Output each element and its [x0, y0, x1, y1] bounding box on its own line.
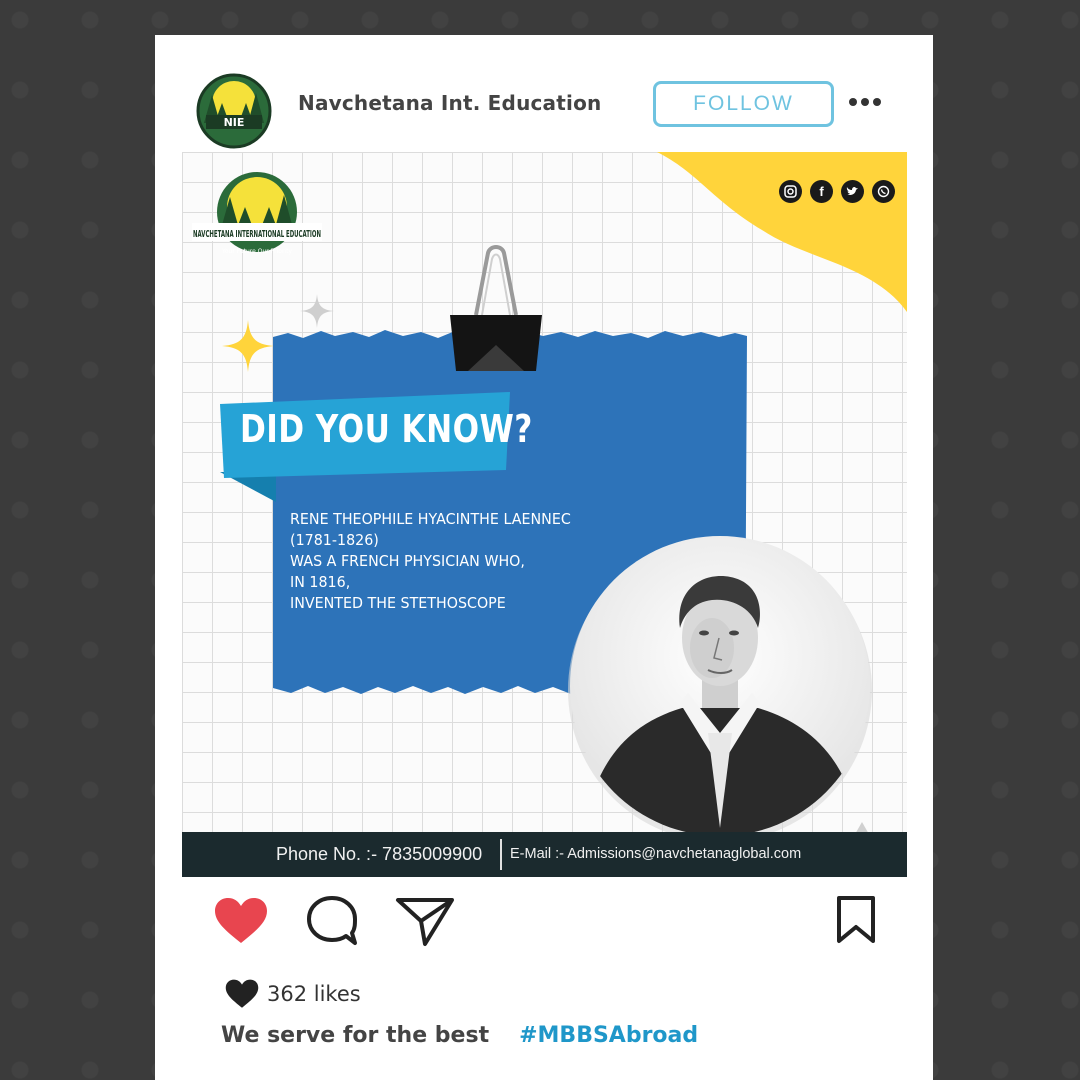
headline-text: DID YOU KNOW?	[240, 407, 533, 451]
like-heart-icon[interactable]	[214, 897, 268, 945]
email-address[interactable]: E-Mail :- Admissions@navchetanaglobal.co…	[510, 846, 801, 862]
facebook-icon[interactable]: f	[810, 180, 833, 203]
fact-line: IN 1816,	[290, 573, 351, 591]
likes-text: 362 likes	[267, 982, 361, 1006]
follow-button[interactable]: FOLLOW	[653, 81, 834, 127]
fact-line: RENE THEOPHILE HYACINTHE LAENNEC	[290, 510, 571, 528]
phone-number[interactable]: Phone No. :- 7835009900	[276, 844, 482, 865]
share-icon[interactable]	[395, 895, 455, 947]
brand-logo: NAVCHETANA INTERNATIONAL EDUCATION Your …	[192, 172, 322, 255]
yellow-corner-shape	[657, 152, 907, 312]
avatar-text: NIE	[224, 116, 245, 129]
fact-text: RENE THEOPHILE HYACINTHE LAENNEC (1781-1…	[290, 509, 603, 614]
instagram-icon[interactable]	[779, 180, 802, 203]
account-name[interactable]: Navchetana Int. Education	[298, 91, 601, 115]
fact-line: INVENTED THE STETHOSCOPE	[290, 594, 506, 612]
fact-line: (1781-1826)	[290, 531, 379, 549]
whatsapp-icon[interactable]	[872, 180, 895, 203]
caption-text: We serve for the best	[221, 1023, 490, 1048]
twitter-icon[interactable]	[841, 180, 864, 203]
fact-line: WAS A FRENCH PHYSICIAN WHO,	[290, 552, 525, 570]
sparkle-yellow-icon	[222, 320, 274, 372]
contact-bar: Phone No. :- 7835009900 E-Mail :- Admiss…	[182, 832, 907, 877]
sparkle-grey-icon	[300, 294, 334, 328]
account-avatar[interactable]: NIE	[192, 73, 276, 149]
likes-heart-icon	[225, 979, 259, 1008]
caption: We serve for the best #MBBSAbroad	[221, 1023, 698, 1048]
brand-tagline: Your Future Our Priority	[221, 248, 292, 255]
contact-divider	[500, 839, 502, 870]
likes-count[interactable]: 362 likes	[225, 979, 361, 1009]
post-image: f NAVCHETANA INTERNATIONAL EDUCATION You…	[182, 152, 907, 877]
portrait-image	[568, 536, 872, 842]
hashtag-link[interactable]: #MBBSAbroad	[519, 1023, 698, 1048]
binder-clip-icon	[450, 245, 542, 371]
bookmark-icon[interactable]	[835, 895, 877, 945]
brand-logo-text: NAVCHETANA INTERNATIONAL EDUCATION	[193, 229, 321, 240]
social-icons: f	[779, 180, 895, 203]
comment-icon[interactable]	[306, 895, 358, 947]
more-options-icon[interactable]	[849, 95, 881, 109]
post-card: NIE Navchetana Int. Education FOLLOW f N…	[155, 35, 933, 1080]
